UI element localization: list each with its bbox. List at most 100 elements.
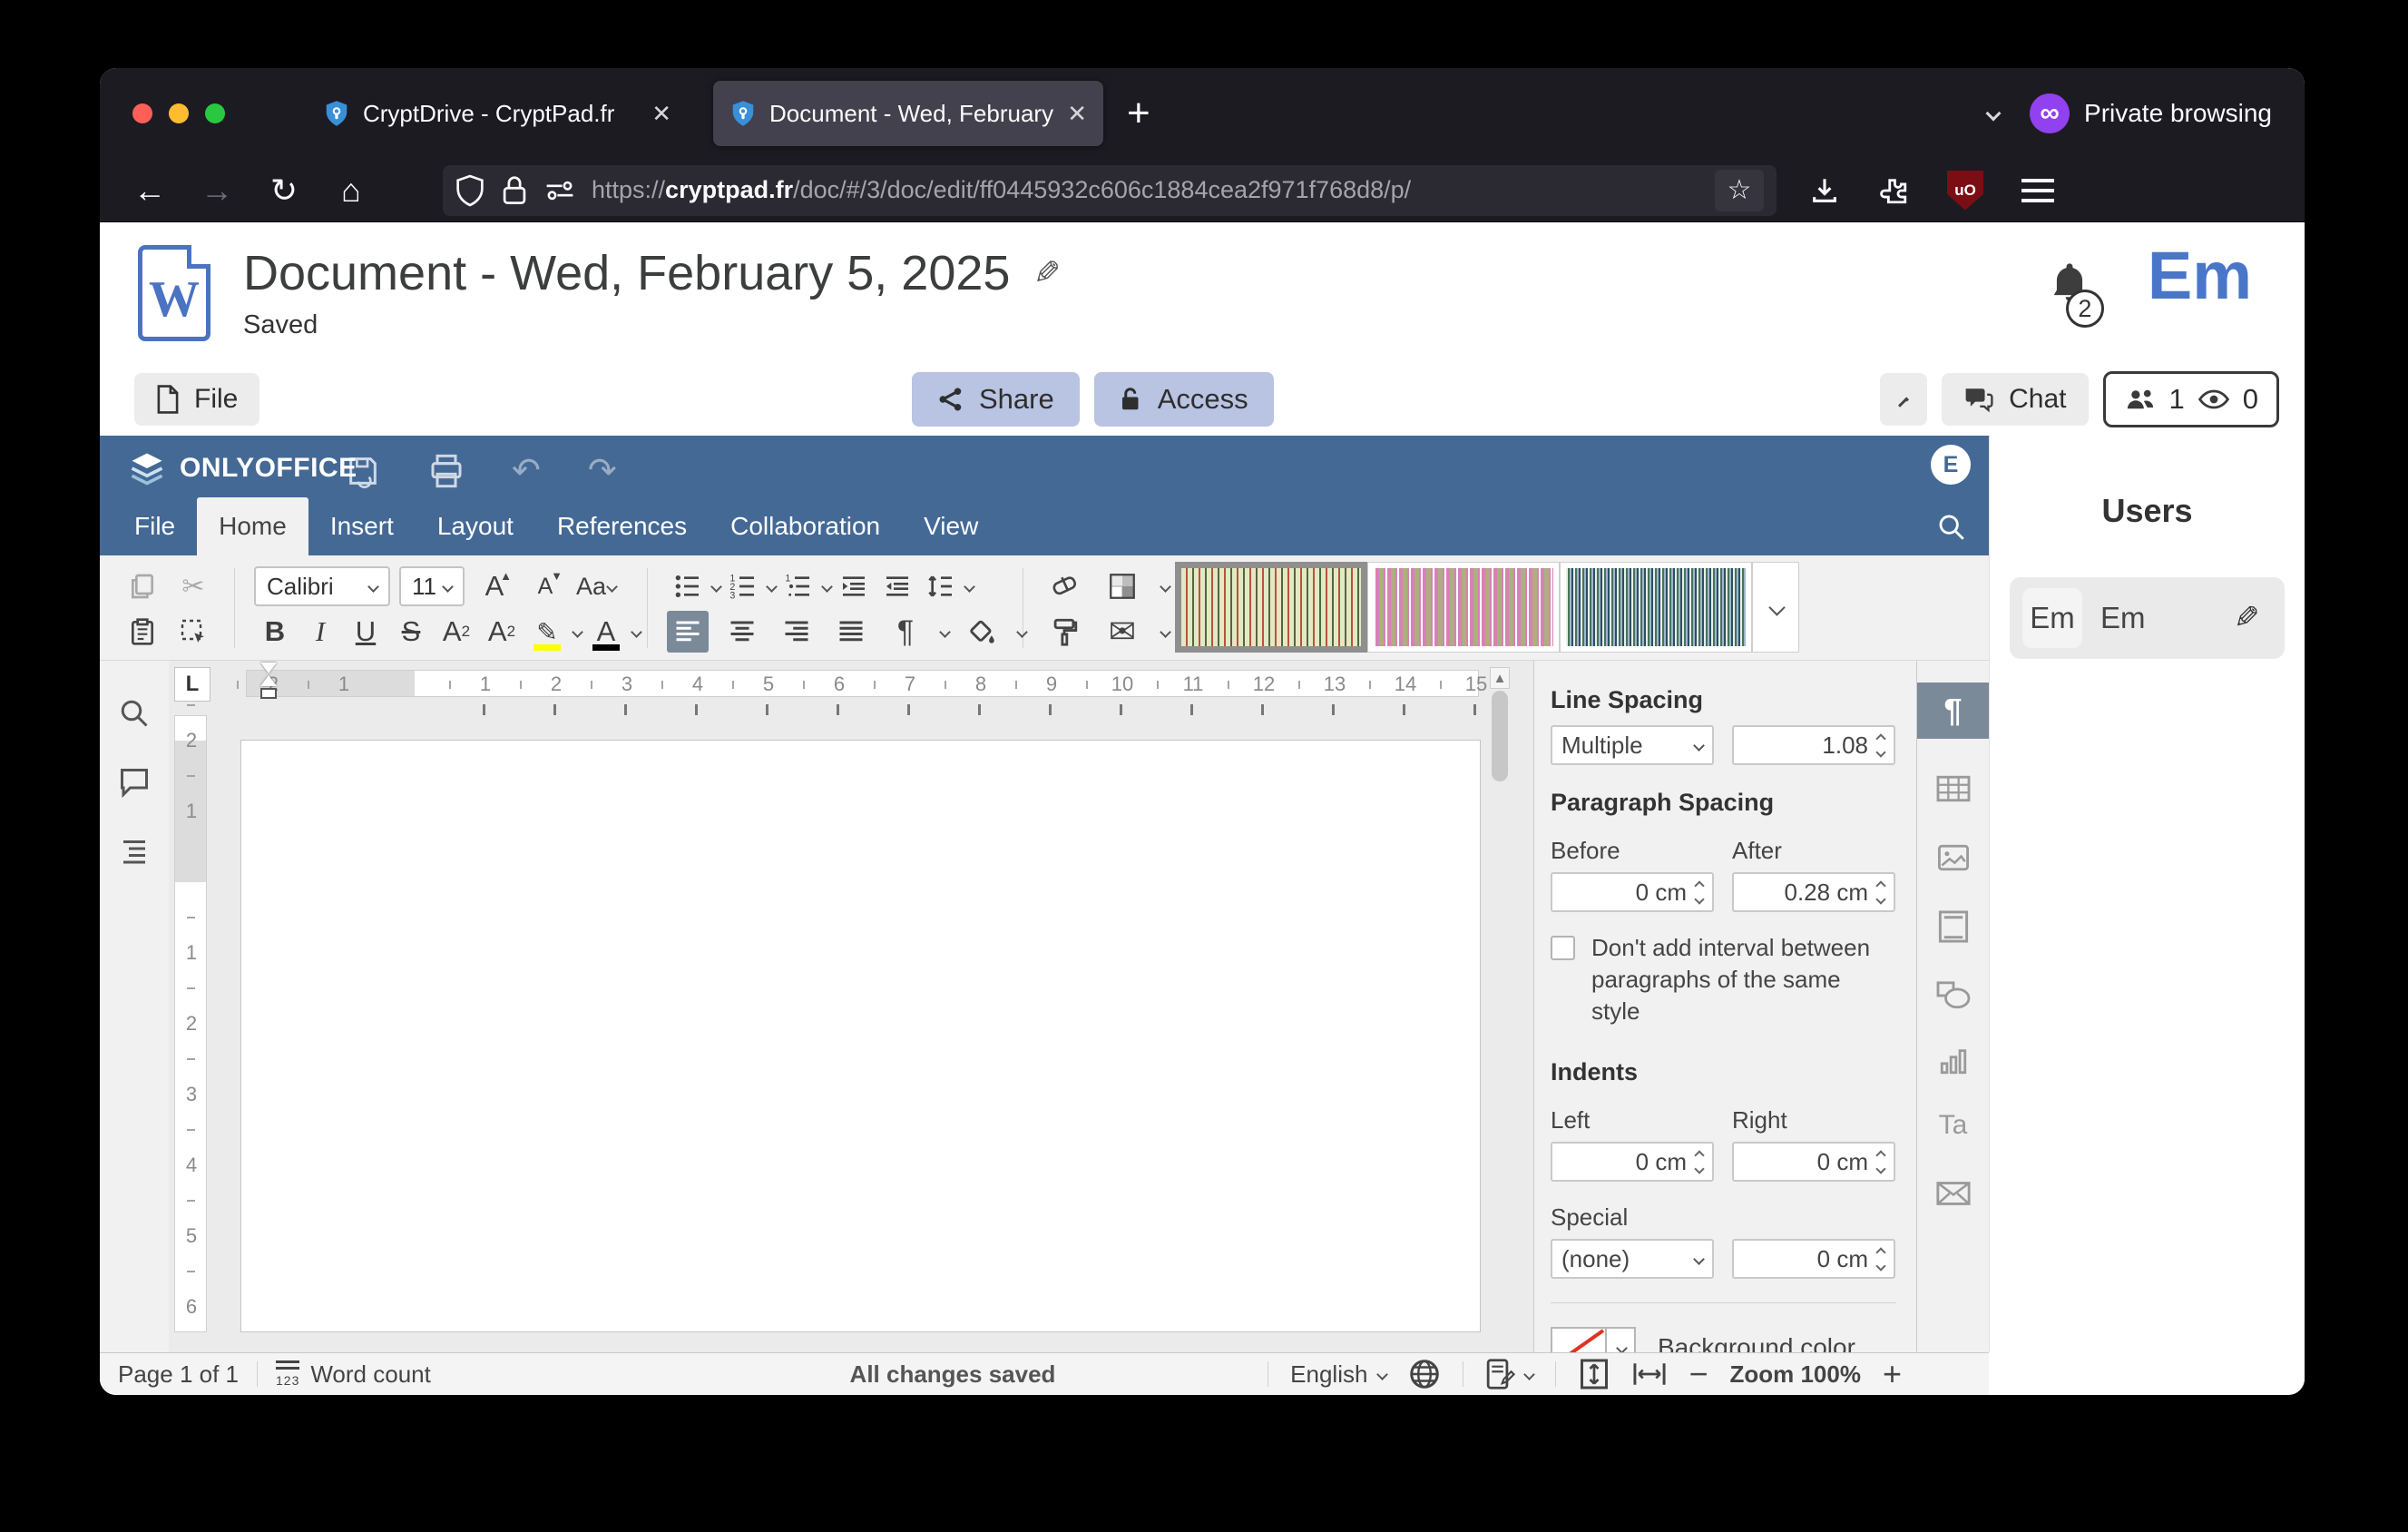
style-preview-3[interactable]: [1560, 562, 1752, 653]
vertical-scrollbar[interactable]: ▲ ▼: [1490, 667, 1510, 1395]
spinner[interactable]: [1877, 1152, 1884, 1173]
chevron-down-icon[interactable]: [821, 581, 833, 593]
paragraph-settings-tab[interactable]: ¶: [1917, 683, 1989, 739]
tab-file[interactable]: File: [113, 497, 197, 555]
shading-bucket-icon[interactable]: [962, 611, 1003, 653]
clear-style-eraser-icon[interactable]: [1043, 565, 1085, 607]
chevron-down-icon[interactable]: [572, 626, 583, 638]
chevron-down-icon[interactable]: [964, 581, 975, 593]
justify-button[interactable]: [830, 611, 872, 653]
mail-merge-settings-tab[interactable]: [1917, 1165, 1989, 1222]
spinner[interactable]: [1877, 1249, 1884, 1270]
downloads-icon[interactable]: [1809, 175, 1840, 206]
save-icon[interactable]: [345, 453, 381, 489]
copy-icon[interactable]: [122, 565, 163, 607]
notifications-bell[interactable]: 2: [2046, 259, 2093, 306]
spinner[interactable]: [1696, 1152, 1703, 1173]
chevron-down-icon[interactable]: [1160, 626, 1171, 638]
spacing-before-input[interactable]: 0 cm: [1551, 872, 1714, 912]
account-avatar[interactable]: Em: [2148, 242, 2252, 309]
strikethrough-button[interactable]: S: [390, 611, 432, 653]
tab-list-chevron-icon[interactable]: [1986, 106, 2002, 122]
image-settings-tab[interactable]: [1917, 830, 1989, 886]
select-all-icon[interactable]: [172, 611, 214, 653]
zoom-out-button[interactable]: −: [1689, 1355, 1708, 1393]
collapse-toolbar-button[interactable]: [1880, 373, 1927, 426]
new-tab-button[interactable]: +: [1127, 91, 1150, 136]
fit-page-button[interactable]: [1578, 1358, 1610, 1390]
copy-style-roller-icon[interactable]: [1043, 611, 1085, 653]
style-preview-normal[interactable]: [1175, 562, 1367, 653]
italic-button[interactable]: I: [299, 611, 341, 653]
increase-font-icon[interactable]: A ▲: [474, 565, 515, 607]
numbered-list-icon[interactable]: 123: [722, 565, 764, 607]
cell-shading-icon[interactable]: [1101, 565, 1143, 607]
page-indicator[interactable]: Page 1 of 1: [118, 1360, 239, 1389]
align-right-button[interactable]: [776, 611, 817, 653]
url-bar[interactable]: https://cryptpad.fr/doc/#/3/doc/edit/ff0…: [443, 165, 1777, 216]
line-spacing-mode-select[interactable]: Multiple: [1551, 725, 1714, 765]
collaborator-avatar[interactable]: E: [1931, 445, 1971, 485]
chevron-down-icon[interactable]: [1160, 581, 1171, 593]
font-size-select[interactable]: 11: [399, 566, 465, 606]
navigation-icon[interactable]: [118, 835, 151, 868]
indent-marker[interactable]: [260, 663, 277, 699]
share-button[interactable]: Share: [912, 372, 1080, 427]
zoom-level[interactable]: Zoom 100%: [1729, 1360, 1861, 1389]
rename-pencil-icon[interactable]: ✎: [1033, 254, 1061, 292]
lock-icon[interactable]: [501, 174, 528, 207]
spinner[interactable]: [1877, 735, 1884, 756]
style-preview-2[interactable]: [1367, 562, 1560, 653]
fit-width-button[interactable]: [1632, 1360, 1667, 1388]
access-button[interactable]: Access: [1094, 372, 1274, 427]
mail-merge-icon[interactable]: ✉: [1101, 611, 1143, 653]
tab-view[interactable]: View: [902, 497, 1000, 555]
comments-icon[interactable]: [118, 766, 151, 799]
edit-name-pencil-icon[interactable]: ✎: [2234, 600, 2260, 636]
underline-button[interactable]: U: [345, 611, 387, 653]
increase-indent-icon[interactable]: [876, 565, 918, 607]
tab-collaboration[interactable]: Collaboration: [709, 497, 902, 555]
highlight-color-button[interactable]: ✎: [526, 611, 568, 653]
subscript-button[interactable]: A2: [481, 611, 523, 653]
tab-layout[interactable]: Layout: [416, 497, 535, 555]
tab-stop-selector[interactable]: L: [174, 667, 210, 702]
home-button[interactable]: ⌂: [323, 172, 379, 210]
redo-icon[interactable]: ↷: [588, 450, 617, 491]
chevron-down-icon[interactable]: [1016, 626, 1028, 638]
no-interval-checkbox[interactable]: [1551, 936, 1575, 960]
multilevel-list-icon[interactable]: 1: [778, 565, 819, 607]
special-indent-input[interactable]: 0 cm: [1732, 1239, 1895, 1279]
spellcheck-globe-icon[interactable]: [1408, 1358, 1441, 1390]
paste-icon[interactable]: [122, 611, 163, 653]
align-left-button[interactable]: [667, 611, 709, 653]
chart-settings-tab[interactable]: [1917, 1033, 1989, 1089]
file-button[interactable]: File: [134, 373, 259, 426]
bold-button[interactable]: B: [254, 611, 296, 653]
align-center-button[interactable]: [721, 611, 763, 653]
bookmark-star-icon[interactable]: ☆: [1715, 170, 1764, 211]
tab-document-active[interactable]: Document - Wed, February 5, 2025 ✕: [713, 81, 1103, 146]
header-footer-settings-tab[interactable]: [1917, 899, 1989, 955]
reload-button[interactable]: ↻: [256, 172, 312, 210]
tab-close-icon[interactable]: ✕: [1067, 100, 1087, 128]
find-icon[interactable]: [118, 697, 151, 730]
style-gallery-expand[interactable]: [1752, 562, 1799, 653]
paragraph-marks-icon[interactable]: ¶: [885, 611, 926, 653]
print-icon[interactable]: [428, 453, 465, 489]
special-indent-select[interactable]: (none): [1551, 1239, 1714, 1279]
window-zoom-button[interactable]: [205, 103, 225, 123]
spinner[interactable]: [1696, 882, 1703, 903]
indent-left-input[interactable]: 0 cm: [1551, 1142, 1714, 1182]
tab-references[interactable]: References: [535, 497, 709, 555]
text-art-settings-tab[interactable]: Ta: [1917, 1098, 1989, 1154]
language-selector[interactable]: English: [1290, 1360, 1386, 1389]
window-minimize-button[interactable]: [169, 103, 189, 123]
vertical-scroll-thumb[interactable]: [1492, 691, 1508, 781]
ublock-origin-icon[interactable]: uO: [1947, 171, 1983, 211]
chevron-down-icon[interactable]: [710, 581, 722, 593]
font-color-button[interactable]: A: [585, 611, 627, 653]
shape-settings-tab[interactable]: [1917, 967, 1989, 1024]
participants-pill[interactable]: 1 0: [2103, 371, 2280, 427]
chat-button[interactable]: Chat: [1942, 373, 2088, 426]
